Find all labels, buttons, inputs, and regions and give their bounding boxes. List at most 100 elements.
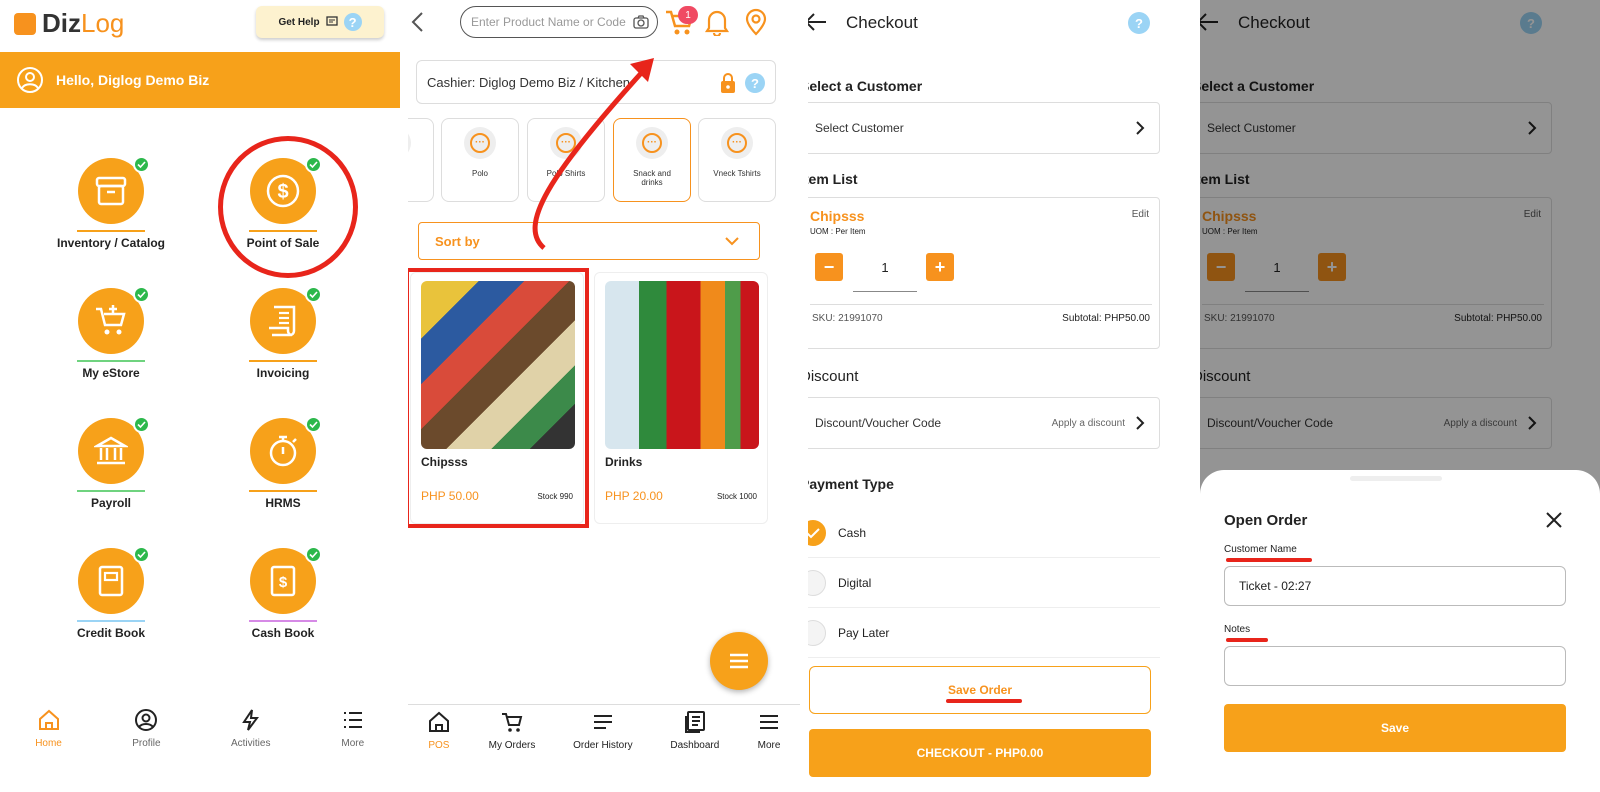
nav-home[interactable]: Home <box>35 708 62 749</box>
chat-icon <box>325 16 338 26</box>
nav-label: POS <box>428 740 450 751</box>
get-help-label: Get Help <box>278 16 320 28</box>
category-card[interactable]: ··· <box>408 118 434 202</box>
section-heading: Discount <box>808 368 859 385</box>
nav-activities[interactable]: Activities <box>231 708 270 749</box>
home-screen: Diz Log Get Help ? Hello, Diglog Demo Biz… <box>0 0 400 792</box>
camera-icon[interactable] <box>633 15 649 29</box>
bell-icon[interactable] <box>704 8 730 36</box>
help-icon[interactable]: ? <box>745 73 765 93</box>
decrement-button[interactable]: − <box>815 253 843 281</box>
module-payroll[interactable]: Payroll <box>36 416 186 538</box>
category-card[interactable]: ··· Polo <box>441 118 519 202</box>
back-chevron-icon[interactable] <box>408 10 428 34</box>
nav-pos[interactable]: POS <box>427 710 451 751</box>
page-title: Checkout <box>846 13 918 32</box>
radio-unchecked[interactable] <box>808 569 826 596</box>
module-underline <box>249 360 317 362</box>
check-icon <box>133 286 150 303</box>
discount-row[interactable]: Discount/Voucher Code Apply a discount <box>808 397 1160 449</box>
radio-checked[interactable] <box>808 519 826 546</box>
nav-label: Dashboard <box>670 740 720 751</box>
category-card[interactable]: ··· Vneck Tshirts <box>698 118 776 202</box>
help-icon[interactable]: ? <box>1128 12 1150 34</box>
category-label: Vneck Tshirts <box>713 169 761 178</box>
nav-label: More <box>341 738 365 749</box>
search-placeholder: Enter Product Name or Code <box>471 15 626 29</box>
sort-by-label: Sort by <box>435 233 480 249</box>
module-underline <box>77 360 145 362</box>
nav-more[interactable]: More <box>341 708 365 749</box>
nav-more[interactable]: More <box>757 710 781 751</box>
module-inventory[interactable]: Inventory / Catalog <box>36 156 186 278</box>
category-icon: ··· <box>464 127 496 159</box>
category-label: Polo <box>471 169 488 178</box>
cash-book-icon: $ <box>270 565 296 597</box>
module-underline <box>249 620 317 622</box>
module-label: Cash Book <box>251 626 315 640</box>
open-order-sheet: Open Order Customer Name Ticket - 02:27 … <box>1200 470 1600 792</box>
save-button[interactable]: Save <box>1224 704 1566 752</box>
payment-option-pay-later[interactable]: Pay Later <box>808 608 1160 658</box>
module-label: Invoicing <box>256 366 310 380</box>
module-cash-book-circle: $ <box>250 546 322 614</box>
select-customer-row[interactable]: Select Customer <box>808 102 1160 154</box>
item-edit-link[interactable]: Edit <box>1132 209 1149 220</box>
close-icon[interactable] <box>1546 512 1562 528</box>
section-heading: Item List <box>808 171 858 187</box>
radio-unchecked[interactable] <box>808 619 826 646</box>
product-search-input[interactable]: Enter Product Name or Code <box>460 6 658 38</box>
hamburger-icon <box>730 653 748 669</box>
product-card[interactable]: Drinks PHP 20.00 Stock 1000 <box>594 272 768 524</box>
profile-icon <box>135 709 158 731</box>
logo-text-log: Log <box>81 8 125 38</box>
payment-option-digital[interactable]: Digital <box>808 558 1160 608</box>
product-image-drinks <box>605 281 759 449</box>
sheet-title: Open Order <box>1224 512 1308 529</box>
check-icon <box>305 546 322 563</box>
nav-order-history[interactable]: Order History <box>573 710 633 751</box>
divider <box>810 304 1152 305</box>
nav-dashboard[interactable]: Dashboard <box>670 710 719 751</box>
get-help-button[interactable]: Get Help ? <box>256 6 384 38</box>
customer-name-label: Customer Name <box>1224 544 1297 555</box>
product-stock: Stock 1000 <box>716 492 757 501</box>
customer-name-input[interactable]: Ticket - 02:27 <box>1224 566 1566 606</box>
lock-icon[interactable] <box>719 72 737 94</box>
back-arrow-icon[interactable] <box>808 12 828 32</box>
module-hrms[interactable]: HRMS <box>208 416 358 538</box>
logo-icon <box>14 12 36 35</box>
chevron-right-icon <box>1136 121 1145 135</box>
home-bottom-nav: Home Profile Activities More <box>0 708 400 749</box>
menu-fab[interactable] <box>710 632 768 690</box>
nav-my-orders[interactable]: My Orders <box>489 710 535 751</box>
quantity-field[interactable]: 1 <box>853 254 917 292</box>
nav-profile[interactable]: Profile <box>132 708 161 749</box>
drag-handle[interactable] <box>1350 476 1442 481</box>
stopwatch-icon <box>269 435 297 467</box>
cart-icon <box>502 713 523 732</box>
module-cash-book[interactable]: $ Cash Book <box>208 546 358 668</box>
cart-button[interactable]: 1 <box>664 6 698 38</box>
annotation-box <box>408 268 589 528</box>
item-uom: UOM : Per Item <box>810 227 866 236</box>
category-icon: ··· <box>408 127 411 159</box>
save-order-button[interactable]: Save Order <box>809 666 1151 714</box>
module-invoicing-circle <box>250 286 322 354</box>
location-pin-icon[interactable] <box>744 8 768 36</box>
module-invoicing[interactable]: Invoicing <box>208 286 358 408</box>
notes-input[interactable] <box>1224 646 1566 686</box>
payment-label: Cash <box>838 525 867 540</box>
discount-label: Discount/Voucher Code <box>815 416 942 430</box>
payment-option-cash[interactable]: Cash <box>808 508 1160 558</box>
logo-text-diz: Diz <box>42 8 81 38</box>
checkout-button[interactable]: CHECKOUT - PHP0.00 <box>809 729 1151 777</box>
module-credit-book[interactable]: Credit Book <box>36 546 186 668</box>
module-estore[interactable]: My eStore <box>36 286 186 408</box>
increment-button[interactable]: + <box>926 253 954 281</box>
nav-label: Activities <box>230 738 271 749</box>
list-icon <box>343 712 362 728</box>
greeting-bar[interactable]: Hello, Diglog Demo Biz <box>0 52 400 108</box>
divider <box>408 704 800 705</box>
pos-bottom-nav: POS My Orders Order History Dashboard Mo… <box>408 710 800 751</box>
